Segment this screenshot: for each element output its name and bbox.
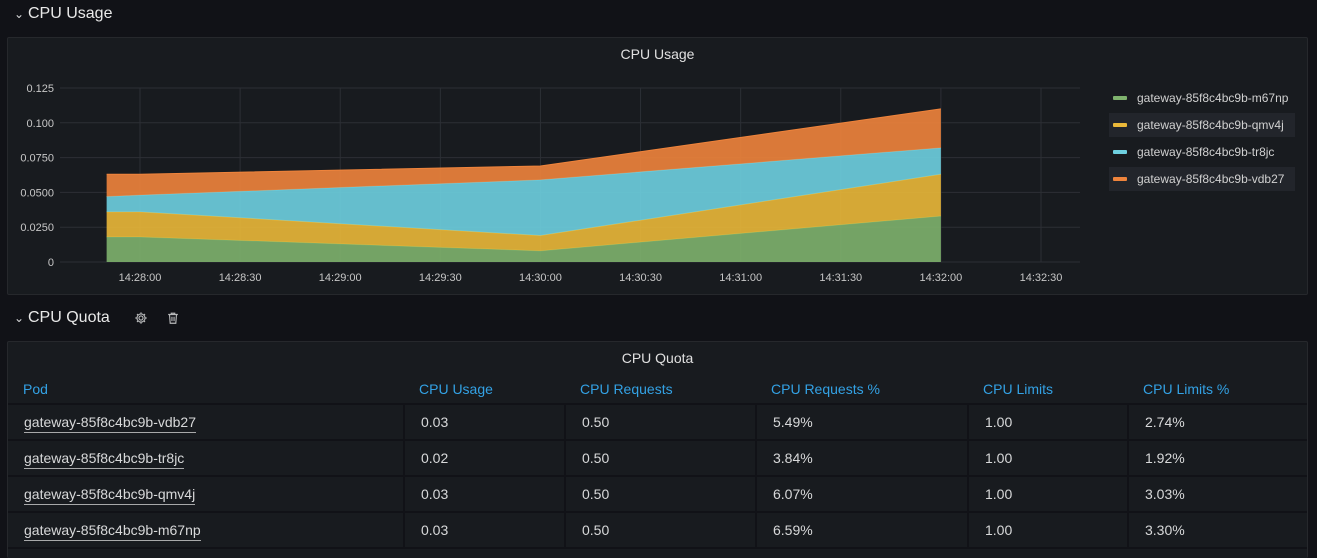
pod-cell[interactable]: gateway-85f8c4bc9b-qmv4j xyxy=(8,476,405,513)
row-title: CPU Quota xyxy=(28,309,110,326)
cpu-quota-panel: CPU Quota Pod CPU Usage CPU Requests CPU… xyxy=(7,341,1308,558)
legend-item[interactable]: gateway-85f8c4bc9b-m67np xyxy=(1109,86,1295,110)
table-cell: 6.07% xyxy=(756,476,969,513)
trash-icon[interactable] xyxy=(166,311,180,325)
table-cell: 3.84% xyxy=(756,440,969,477)
y-tick-label: 0.0250 xyxy=(20,222,54,234)
table-cell: 0.02 xyxy=(404,440,566,477)
x-tick-label: 14:31:30 xyxy=(819,272,862,284)
table-cell: 0.50 xyxy=(565,512,757,549)
cpu-usage-chart: 0 0.0250 0.0500 0.0750 0.100 0.125 14:28:00 14:… xyxy=(20,83,1080,284)
table-cell: 3.30% xyxy=(1128,512,1307,549)
table-cell: 1.00 xyxy=(968,512,1129,549)
cpu-quota-table: Pod CPU Usage CPU Requests CPU Requests … xyxy=(8,375,1307,549)
pod-cell[interactable]: gateway-85f8c4bc9b-m67np xyxy=(8,512,405,549)
panel-title: CPU Quota xyxy=(621,350,694,366)
table-row: gateway-85f8c4bc9b-tr8jc 0.02 0.50 3.84%… xyxy=(8,440,1307,477)
pod-link[interactable]: gateway-85f8c4bc9b-vdb27 xyxy=(24,414,197,433)
legend-label: gateway-85f8c4bc9b-m67np xyxy=(1137,91,1289,105)
row-title: CPU Usage xyxy=(28,5,113,22)
pod-cell[interactable]: gateway-85f8c4bc9b-tr8jc xyxy=(8,440,405,477)
table-cell: 1.00 xyxy=(968,404,1129,441)
column-header-cpu-requests-pct[interactable]: CPU Requests % xyxy=(756,375,968,405)
x-tick-label: 14:29:30 xyxy=(419,272,462,284)
x-tick-label: 14:30:30 xyxy=(619,272,662,284)
table-cell: 2.74% xyxy=(1128,404,1307,441)
table-row: gateway-85f8c4bc9b-qmv4j 0.03 0.50 6.07%… xyxy=(8,476,1307,513)
legend-swatch xyxy=(1113,177,1127,181)
table-cell: 1.00 xyxy=(968,476,1129,513)
x-tick-label: 14:30:00 xyxy=(519,272,562,284)
legend-swatch xyxy=(1113,96,1127,100)
x-tick-label: 14:32:00 xyxy=(919,272,962,284)
table-cell: 0.50 xyxy=(565,404,757,441)
gear-icon[interactable] xyxy=(134,311,148,325)
table-header-row: Pod CPU Usage CPU Requests CPU Requests … xyxy=(8,375,1307,405)
row-header-cpu-usage[interactable]: ⌄ CPU Usage xyxy=(14,1,112,27)
row-header-cpu-quota[interactable]: ⌄ CPU Quota xyxy=(14,305,180,331)
pod-link[interactable]: gateway-85f8c4bc9b-m67np xyxy=(24,522,201,541)
column-header-cpu-requests[interactable]: CPU Requests xyxy=(565,375,756,405)
pod-cell[interactable]: gateway-85f8c4bc9b-vdb27 xyxy=(8,404,405,441)
legend-item[interactable]: gateway-85f8c4bc9b-tr8jc xyxy=(1109,140,1295,164)
x-tick-label: 14:28:30 xyxy=(219,272,262,284)
table-cell: 0.03 xyxy=(404,404,566,441)
pod-link[interactable]: gateway-85f8c4bc9b-tr8jc xyxy=(24,450,185,469)
table-cell: 0.50 xyxy=(565,476,757,513)
y-tick-label: 0.0750 xyxy=(20,153,54,165)
column-header-cpu-limits[interactable]: CPU Limits xyxy=(968,375,1128,405)
legend-label: gateway-85f8c4bc9b-vdb27 xyxy=(1137,172,1285,186)
column-header-cpu-limits-pct[interactable]: CPU Limits % xyxy=(1128,375,1307,405)
table-cell: 6.59% xyxy=(756,512,969,549)
y-tick-label: 0.0500 xyxy=(20,187,54,199)
table-row: gateway-85f8c4bc9b-m67np 0.03 0.50 6.59%… xyxy=(8,512,1307,549)
chevron-down-icon[interactable]: ⌄ xyxy=(14,311,24,325)
x-tick-label: 14:28:00 xyxy=(119,272,162,284)
legend-swatch xyxy=(1113,123,1127,127)
legend-swatch xyxy=(1113,150,1127,154)
legend-item[interactable]: gateway-85f8c4bc9b-vdb27 xyxy=(1109,167,1295,191)
y-tick-label: 0.100 xyxy=(26,118,54,130)
table-cell: 1.00 xyxy=(968,440,1129,477)
legend-label: gateway-85f8c4bc9b-qmv4j xyxy=(1137,118,1284,132)
pod-link[interactable]: gateway-85f8c4bc9b-qmv4j xyxy=(24,486,196,505)
x-tick-label: 14:29:00 xyxy=(319,272,362,284)
column-header-cpu-usage[interactable]: CPU Usage xyxy=(404,375,565,405)
x-tick-label: 14:31:00 xyxy=(719,272,762,284)
legend-item[interactable]: gateway-85f8c4bc9b-qmv4j xyxy=(1109,113,1295,137)
column-header-pod[interactable]: Pod xyxy=(8,375,404,405)
chevron-down-icon[interactable]: ⌄ xyxy=(14,7,24,21)
chart-legend: gateway-85f8c4bc9b-m67np gateway-85f8c4b… xyxy=(1109,86,1295,194)
table-cell: 0.03 xyxy=(404,476,566,513)
table-cell: 0.50 xyxy=(565,440,757,477)
table-cell: 5.49% xyxy=(756,404,969,441)
y-tick-label: 0.125 xyxy=(26,83,54,95)
legend-label: gateway-85f8c4bc9b-tr8jc xyxy=(1137,145,1275,159)
cpu-usage-panel: CPU Usage 0 0.0250 0.0500 0.0750 0.100 0.125 1… xyxy=(7,37,1308,295)
y-tick-label: 0 xyxy=(48,257,54,269)
table-cell: 3.03% xyxy=(1128,476,1307,513)
x-tick-label: 14:32:30 xyxy=(1020,272,1063,284)
table-cell: 0.03 xyxy=(404,512,566,549)
table-row: gateway-85f8c4bc9b-vdb27 0.03 0.50 5.49%… xyxy=(8,404,1307,441)
table-cell: 1.92% xyxy=(1128,440,1307,477)
